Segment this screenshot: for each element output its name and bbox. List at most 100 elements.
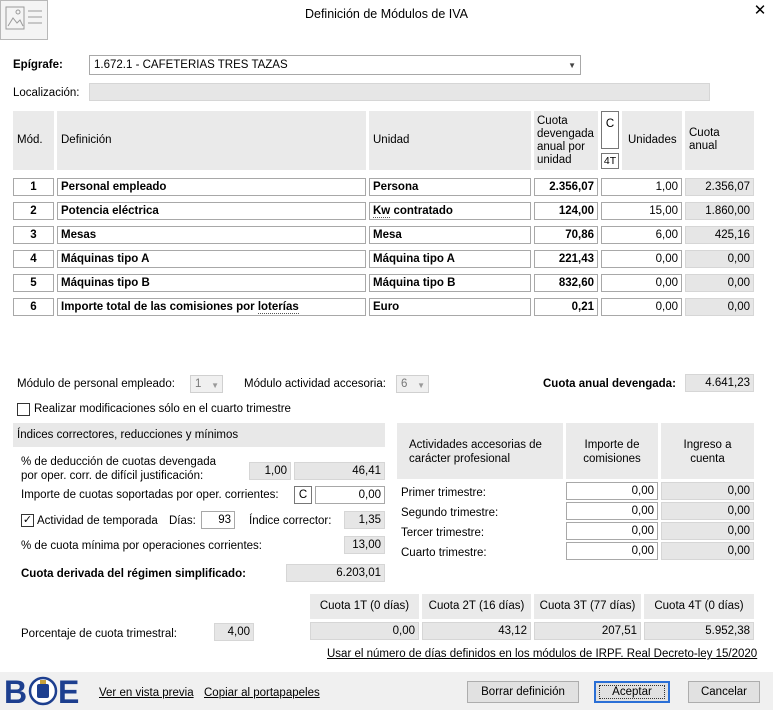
soportadas-c-button[interactable]: C [294,486,312,504]
ingreso-cuenta-cell: 0,00 [661,522,754,540]
modulo-accesoria-select[interactable]: 6 ▼ [396,375,429,393]
c-button[interactable]: C [601,111,619,149]
mod-cell: 2 [13,202,54,220]
cancelar-button[interactable]: Cancelar [688,681,760,703]
trimestral-value: 43,12 [422,622,531,640]
borrar-definicion-button[interactable]: Borrar definición [467,681,579,703]
trimestral-value: 0,00 [310,622,419,640]
cuota-anual-cell: 0,00 [685,298,754,316]
aceptar-button[interactable]: Aceptar [594,681,670,703]
trimestral-header: Cuota 1T (0 días) [310,594,419,619]
derivada-label: Cuota derivada del régimen simplificado: [21,568,246,580]
localizacion-label: Localización: [13,87,80,99]
temporada-checkbox[interactable]: ✓ [21,514,34,527]
minima-label: % de cuota mínima por operaciones corrie… [21,540,262,552]
svg-text:E: E [58,674,79,708]
4t-button[interactable]: 4T [601,153,619,169]
cuota-cell: 832,60 [534,274,598,292]
cuota-anual-cell: 0,00 [685,274,754,292]
cuota-cell: 0,21 [534,298,598,316]
cuota-anual-cell: 1.860,00 [685,202,754,220]
trimestre-label: Tercer trimestre: [401,527,485,539]
unidad-cell: Máquina tipo B [369,274,531,292]
cuota-cell: 70,86 [534,226,598,244]
definicion-cell: Máquinas tipo B [57,274,366,292]
definicion-cell: Importe total de las comisiones por lote… [57,298,366,316]
unidades-input[interactable]: 0,00 [601,298,682,316]
minima-value: 13,00 [344,536,385,554]
realizar-mod-checkbox[interactable] [17,403,30,416]
unidades-input[interactable]: 0,00 [601,274,682,292]
unidades-input[interactable]: 6,00 [601,226,682,244]
epigrafe-value: 1.672.1 - CAFETERIAS TRES TAZAS [94,59,288,71]
trimestral-header: Cuota 2T (16 días) [422,594,531,619]
mod-cell: 6 [13,298,54,316]
definicion-cell: Potencia eléctrica [57,202,366,220]
trimestre-label: Primer trimestre: [401,487,486,499]
unidad-cell: Mesa [369,226,531,244]
col-header-unidades: Unidades [622,111,682,170]
unidad-cell: Kw contratado [369,202,531,220]
dias-label: Días: [169,515,196,527]
unidades-input[interactable]: 1,00 [601,178,682,196]
svg-text:B: B [4,674,27,708]
soportadas-input[interactable]: 0,00 [315,486,385,504]
definicion-cell: Personal empleado [57,178,366,196]
modulo-personal-select[interactable]: 1 ▼ [190,375,223,393]
window-title: Definición de Módulos de IVA [304,7,469,21]
realizar-mod-label: Realizar modificaciones sólo en el cuart… [34,403,291,415]
cuota-cell: 221,43 [534,250,598,268]
mod-cell: 4 [13,250,54,268]
trimestral-value: 207,51 [534,622,641,640]
trimestre-label: Cuarto trimestre: [401,547,487,559]
unidad-cell: Euro [369,298,531,316]
col-header-comisiones: Importe de comisiones [566,423,658,479]
mod-cell: 1 [13,178,54,196]
comisiones-input[interactable]: 0,00 [566,542,658,560]
epigrafe-select[interactable]: 1.672.1 - CAFETERIAS TRES TAZAS ▼ [89,55,581,75]
unidades-input[interactable]: 15,00 [601,202,682,220]
comisiones-input[interactable]: 0,00 [566,482,658,500]
trimestral-value: 5.952,38 [644,622,754,640]
comisiones-input[interactable]: 0,00 [566,502,658,520]
deduccion-value: 46,41 [294,462,385,480]
indice-corrector-label: Índice corrector: [249,515,332,527]
chevron-down-icon: ▼ [568,61,576,70]
comisiones-input[interactable]: 0,00 [566,522,658,540]
copiar-portapapeles-link[interactable]: Copiar al portapapeles [204,687,320,699]
vista-previa-link[interactable]: Ver en vista previa [99,687,194,699]
col-header-definicion: Definición [57,111,366,170]
porcentaje-label: Porcentaje de cuota trimestral: [21,628,177,640]
chevron-down-icon: ▼ [211,381,219,390]
temporada-label: Actividad de temporada [37,515,158,527]
localizacion-field [89,83,710,101]
cuota-anual-cell: 425,16 [685,226,754,244]
trimestral-header: Cuota 4T (0 días) [644,594,754,619]
ingreso-cuenta-cell: 0,00 [661,542,754,560]
derivada-value: 6.203,01 [286,564,385,582]
dias-input[interactable]: 93 [201,511,235,529]
indice-corrector-value: 1,35 [344,511,385,529]
col-header-cuota-anual: Cuota anual [685,111,754,170]
modulo-accesoria-label: Módulo actividad accesoria: [244,378,386,390]
trimestre-label: Segundo trimestre: [401,507,499,519]
deduccion-label: % de deducción de cuotas devengada por o… [21,456,217,482]
indices-header: Índices correctores, reducciones y mínim… [13,423,385,447]
mod-cell: 5 [13,274,54,292]
col-header-ingreso: Ingreso a cuenta [661,423,754,479]
cuota-anual-devengada-value: 4.641,23 [685,374,754,392]
irpf-days-link[interactable]: Usar el número de días definidos en los … [327,648,757,660]
col-header-unidad: Unidad [369,111,531,170]
close-icon[interactable]: ✕ [750,1,770,19]
definicion-cell: Máquinas tipo A [57,250,366,268]
unidades-input[interactable]: 0,00 [601,250,682,268]
definicion-cell: Mesas [57,226,366,244]
porcentaje-value: 4,00 [214,623,254,641]
chevron-down-icon: ▼ [417,381,425,390]
cuota-cell: 2.356,07 [534,178,598,196]
deduccion-pct: 1,00 [249,462,291,480]
cuota-anual-devengada-label: Cuota anual devengada: [543,378,676,390]
cuota-anual-cell: 0,00 [685,250,754,268]
mod-cell: 3 [13,226,54,244]
epigrafe-label: Epígrafe: [13,59,63,71]
